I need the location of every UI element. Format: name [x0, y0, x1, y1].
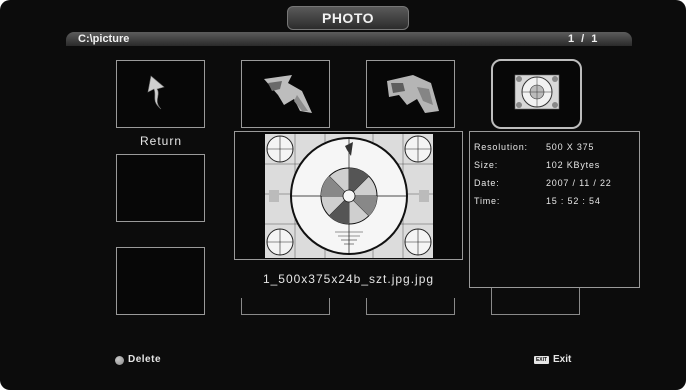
partial-thumbnail-slot [366, 298, 455, 315]
selected-photo-thumbnail[interactable] [491, 59, 582, 129]
path-bar [66, 32, 632, 46]
preview-filename: 1_500x375x24b_szt.jpg.jpg [262, 272, 435, 286]
date-value: 2007 / 11 / 22 [546, 178, 612, 188]
delete-key-icon[interactable] [115, 356, 124, 365]
photo-browser-screen: PHOTO C:\picture 1 / 1 Return 1_500x375x… [0, 0, 686, 390]
test-pattern-thumbnail-icon [514, 74, 560, 110]
return-label: Return [139, 134, 183, 148]
image-preview [234, 131, 463, 260]
return-arrow-icon [147, 75, 165, 110]
page-title: PHOTO [287, 6, 409, 30]
time-label: Time: [474, 196, 501, 206]
partial-thumbnail-slot [241, 298, 330, 315]
photo-thumbnail-icon [264, 75, 312, 113]
size-label: Size: [474, 160, 499, 170]
return-thumbnail[interactable] [116, 60, 205, 128]
photo-thumbnail-icon [387, 75, 439, 113]
image-info-panel: Resolution: 500 X 375 Size: 102 KBytes D… [469, 131, 640, 288]
empty-thumbnail-slot [116, 154, 205, 222]
empty-thumbnail-slot [116, 247, 205, 315]
page-indicator: 1 / 1 [568, 33, 600, 45]
photo-thumbnail-2[interactable] [366, 60, 455, 128]
exit-key-icon[interactable]: EXIT [534, 356, 549, 364]
time-value: 15 : 52 : 54 [546, 196, 601, 206]
photo-thumbnail-1[interactable] [241, 60, 330, 128]
partial-thumbnail-slot [491, 288, 580, 315]
resolution-label: Resolution: [474, 142, 528, 152]
size-value: 102 KBytes [546, 160, 601, 170]
resolution-value: 500 X 375 [546, 142, 595, 152]
exit-button[interactable]: Exit [553, 354, 571, 365]
date-label: Date: [474, 178, 500, 188]
test-pattern-image [265, 134, 433, 258]
current-path: C:\picture [78, 33, 130, 45]
delete-button[interactable]: Delete [128, 354, 161, 365]
